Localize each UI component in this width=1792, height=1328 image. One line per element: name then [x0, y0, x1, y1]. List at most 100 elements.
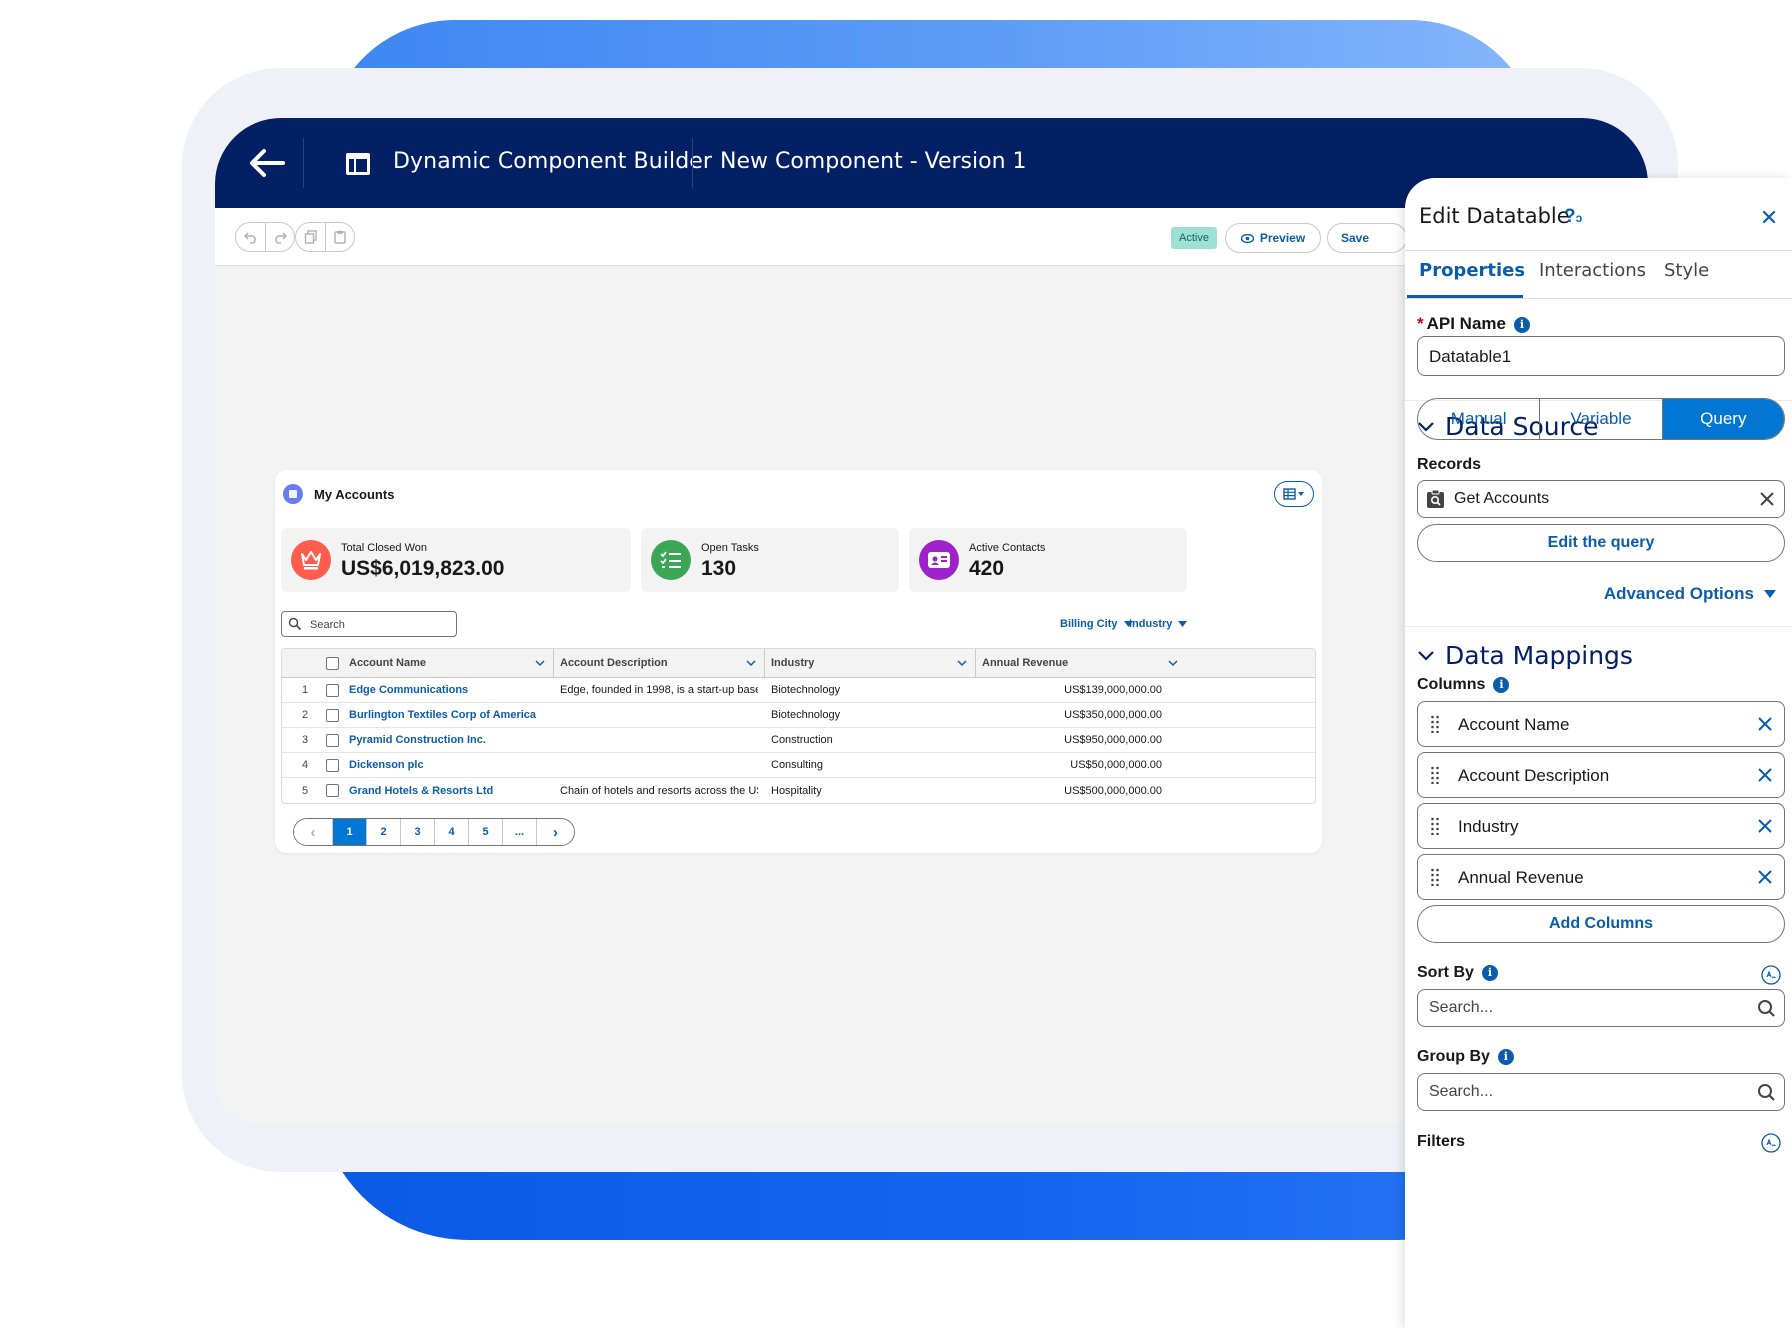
tab-style[interactable]: Style	[1664, 260, 1709, 281]
undo-button[interactable]	[236, 223, 265, 251]
account-name-link[interactable]: Grand Hotels & Resorts Ltd	[349, 778, 493, 803]
remove-icon[interactable]	[1758, 819, 1772, 833]
clear-icon[interactable]	[1760, 492, 1774, 506]
formula-toggle-icon[interactable]	[1760, 964, 1782, 986]
preview-button[interactable]: Preview	[1225, 223, 1321, 253]
filter-industry[interactable]: Industry	[1129, 618, 1188, 630]
copy-button[interactable]	[296, 223, 325, 251]
column-header-annual-revenue[interactable]: Annual Revenue	[982, 649, 1068, 677]
page-button-5[interactable]: 5	[468, 819, 502, 845]
tab-interactions[interactable]: Interactions	[1539, 260, 1646, 281]
row-checkbox[interactable]	[326, 778, 339, 803]
remove-icon[interactable]	[1758, 717, 1772, 731]
accounts-table: Account Name Account Description Industr…	[281, 648, 1316, 804]
panel-divider	[1405, 298, 1792, 299]
account-name-link[interactable]: Edge Communications	[349, 678, 468, 702]
column-header-industry[interactable]: Industry	[771, 649, 814, 677]
datatable-icon	[283, 484, 303, 504]
column-header-account-name[interactable]: Account Name	[349, 649, 426, 677]
edit-query-button[interactable]: Edit the query	[1417, 524, 1785, 562]
annual-revenue: US$350,000,000.00	[1064, 709, 1162, 721]
data-mappings-title: Data Mappings	[1445, 641, 1633, 670]
drag-handle-icon[interactable]	[1430, 817, 1440, 835]
drag-handle-icon[interactable]	[1430, 715, 1440, 733]
kpi-icon-circle	[919, 540, 959, 580]
account-name-link[interactable]: Pyramid Construction Inc.	[349, 728, 486, 752]
row-checkbox[interactable]	[326, 753, 339, 777]
chevron-down-icon[interactable]	[957, 658, 967, 668]
table-search-input[interactable]: Search	[281, 611, 457, 637]
advanced-options-toggle[interactable]: Advanced Options	[1604, 584, 1776, 604]
sort-by-input[interactable]: Search...	[1417, 989, 1785, 1027]
data-source-query[interactable]: Query	[1661, 399, 1784, 439]
info-icon[interactable]: i	[1493, 677, 1510, 693]
column-item-industry[interactable]: Industry	[1417, 803, 1785, 849]
data-mappings-section-title[interactable]: Data Mappings	[1417, 641, 1633, 670]
next-page-button[interactable]: ›	[536, 819, 574, 845]
add-columns-button[interactable]: Add Columns	[1417, 905, 1785, 943]
page-button-2[interactable]: 2	[366, 819, 400, 845]
annual-revenue: US$950,000,000.00	[1064, 734, 1162, 746]
row-checkbox[interactable]	[326, 678, 339, 702]
app-title: Dynamic Component Builder	[393, 149, 713, 174]
filter-billing-city[interactable]: Billing City	[1060, 618, 1133, 630]
search-icon	[1758, 1084, 1775, 1101]
api-name-input[interactable]: Datatable1	[1417, 336, 1785, 376]
clipboard-icon	[334, 230, 346, 244]
tab-properties[interactable]: Properties	[1419, 260, 1525, 281]
paste-button[interactable]	[325, 223, 354, 251]
column-item-annual-revenue[interactable]: Annual Revenue	[1417, 854, 1785, 900]
column-header-account-description[interactable]: Account Description	[560, 649, 668, 677]
column-item-account-description[interactable]: Account Description	[1417, 752, 1785, 798]
kpi-label: Total Closed Won	[341, 542, 428, 554]
column-divider	[764, 649, 765, 678]
advanced-options-label: Advanced Options	[1603, 584, 1754, 603]
drag-handle-icon[interactable]	[1430, 766, 1440, 784]
page-button-1[interactable]: 1	[332, 819, 366, 845]
annual-revenue: US$500,000,000.00	[1064, 784, 1162, 797]
drag-handle-icon[interactable]	[1430, 868, 1440, 886]
chevron-down-icon[interactable]	[1168, 658, 1178, 668]
column-item-account-name[interactable]: Account Name	[1417, 701, 1785, 747]
page-button-3[interactable]: 3	[400, 819, 434, 845]
group-by-input[interactable]: Search...	[1417, 1073, 1785, 1111]
save-button[interactable]: Save	[1327, 223, 1407, 253]
remove-icon[interactable]	[1758, 768, 1772, 782]
account-description	[560, 703, 758, 727]
info-icon[interactable]: i	[1514, 317, 1530, 333]
account-name-link[interactable]: Burlington Textiles Corp of America	[349, 703, 536, 727]
table-header-row: Account Name Account Description Industr…	[282, 649, 1315, 678]
sort-by-label: Sort By i	[1417, 964, 1498, 982]
data-source-selector: Manual Variable Query	[1417, 398, 1785, 440]
copy-icon	[304, 230, 317, 244]
back-arrow-icon[interactable]	[247, 146, 287, 180]
help-icon[interactable]: ?ↄ	[1564, 206, 1582, 228]
header-divider	[303, 138, 304, 188]
redo-button[interactable]	[265, 223, 294, 251]
select-all-checkbox[interactable]	[326, 649, 339, 677]
records-lookup[interactable]: Get Accounts	[1417, 480, 1785, 518]
close-icon[interactable]	[1760, 208, 1778, 226]
account-name-link[interactable]: Dickenson plc	[349, 753, 424, 777]
data-source-manual[interactable]: Manual	[1418, 399, 1539, 439]
info-icon[interactable]: i	[1481, 965, 1498, 981]
remove-icon[interactable]	[1758, 870, 1772, 884]
filter-label: Industry	[1129, 618, 1173, 630]
page-button-4[interactable]: 4	[434, 819, 468, 845]
view-toggle-button[interactable]	[1274, 481, 1314, 507]
data-source-variable[interactable]: Variable	[1539, 399, 1661, 439]
account-description	[560, 753, 758, 777]
row-checkbox[interactable]	[326, 728, 339, 752]
page-ellipsis[interactable]: ...	[502, 819, 536, 845]
row-number: 5	[302, 784, 309, 797]
caret-down-icon	[1764, 590, 1776, 598]
info-icon[interactable]: i	[1497, 1049, 1514, 1065]
chevron-down-icon[interactable]	[535, 658, 545, 668]
chevron-down-icon[interactable]	[746, 658, 756, 668]
column-divider	[553, 649, 554, 678]
formula-toggle-icon[interactable]	[1760, 1132, 1782, 1154]
caret-down-icon	[1178, 621, 1188, 627]
previous-page-button[interactable]: ‹	[294, 819, 332, 845]
row-checkbox[interactable]	[326, 703, 339, 727]
kpi-icon-circle	[651, 540, 691, 580]
